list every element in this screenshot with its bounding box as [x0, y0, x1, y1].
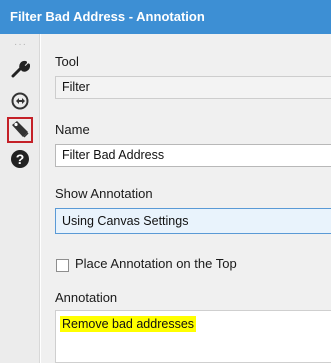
- svg-text:?: ?: [16, 151, 25, 167]
- show-annotation-select[interactable]: Using Canvas Settings: [55, 208, 331, 234]
- sidebar: [0, 34, 40, 363]
- tag-icon[interactable]: [7, 117, 33, 143]
- help-icon[interactable]: ?: [9, 148, 31, 170]
- annotation-text: Remove bad addresses: [60, 316, 197, 332]
- name-label: Name: [55, 122, 90, 137]
- name-input[interactable]: Filter Bad Address: [55, 144, 331, 167]
- annotation-textarea[interactable]: Remove bad addresses: [55, 310, 331, 363]
- place-top-label: Place Annotation on the Top: [75, 256, 237, 271]
- connection-icon[interactable]: [9, 90, 31, 112]
- drag-handle[interactable]: ···: [14, 40, 27, 50]
- wrench-icon[interactable]: [9, 58, 31, 80]
- place-top-checkbox[interactable]: [56, 259, 69, 272]
- show-annotation-label: Show Annotation: [55, 186, 153, 201]
- window-title: Filter Bad Address - Annotation: [0, 0, 331, 34]
- annotation-panel: Tool Filter Name Filter Bad Address Show…: [41, 34, 331, 363]
- annotation-label: Annotation: [55, 290, 118, 305]
- tool-field: Filter: [55, 76, 331, 99]
- tool-label: Tool: [55, 54, 79, 69]
